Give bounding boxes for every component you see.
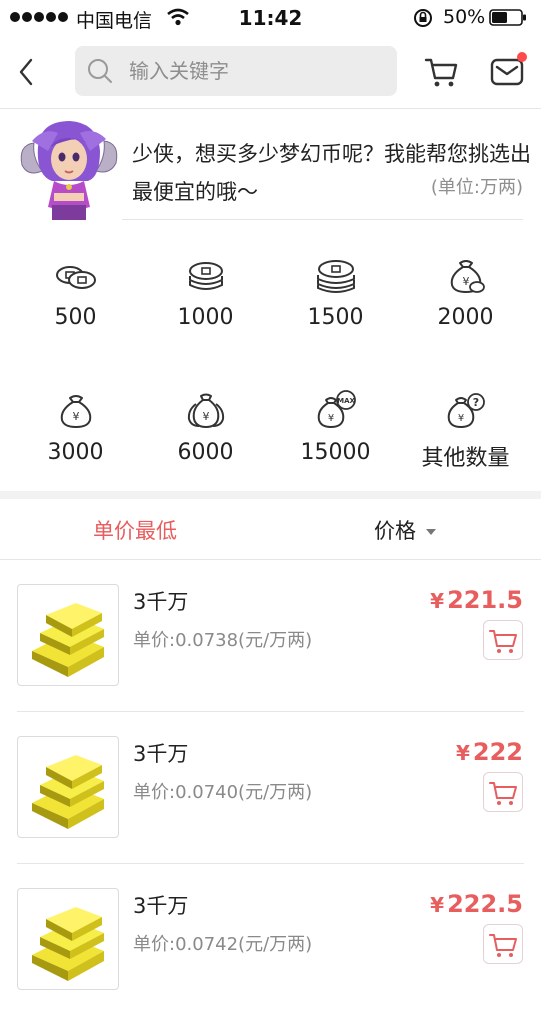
gold-bars-image bbox=[32, 603, 104, 677]
amount-label: 1000 bbox=[177, 305, 234, 330]
coins-pile-icon bbox=[317, 260, 355, 293]
status-bar: 中国电信 11:42 50% bbox=[0, 0, 541, 36]
gold-bars-image bbox=[32, 907, 104, 981]
add-to-cart-button[interactable] bbox=[483, 772, 523, 812]
search-input[interactable] bbox=[129, 46, 389, 96]
money-bag-icon: ¥ bbox=[450, 260, 485, 294]
sort-tab-label: 单价最低 bbox=[93, 519, 177, 543]
product-unit-price: 单价:0.0742(元/万两) bbox=[133, 934, 313, 955]
amount-option[interactable]: ¥ ? 其他数量 bbox=[398, 356, 533, 476]
amount-label: 15000 bbox=[300, 440, 371, 465]
money-bag-max-icon: ¥ MAX bbox=[317, 390, 356, 429]
add-to-cart-button[interactable] bbox=[483, 924, 523, 964]
money-bag-icon: ¥ bbox=[60, 395, 92, 429]
product-price: ¥222 bbox=[456, 738, 523, 766]
product-title: 3千万 bbox=[133, 590, 189, 614]
svg-text:¥: ¥ bbox=[458, 413, 464, 424]
svg-text:MAX: MAX bbox=[337, 397, 355, 405]
caret-down-icon bbox=[426, 529, 436, 535]
product-thumbnail bbox=[17, 584, 119, 686]
amount-label: 6000 bbox=[177, 440, 234, 465]
product-item[interactable]: 3千万 单价:0.0742(元/万两) ¥222.5 bbox=[0, 864, 541, 1016]
coins-stack-icon bbox=[189, 262, 223, 290]
amount-option[interactable]: 500 bbox=[8, 221, 143, 341]
product-title: 3千万 bbox=[133, 742, 189, 766]
amount-label: 2000 bbox=[437, 305, 494, 330]
price-integer: 221 bbox=[447, 586, 498, 614]
product-thumbnail bbox=[17, 888, 119, 990]
sort-tab-price[interactable]: 价格 bbox=[270, 515, 540, 545]
price-decimal: .5 bbox=[497, 890, 523, 918]
search-box[interactable] bbox=[75, 46, 397, 96]
money-bag-question-icon: ¥ ? bbox=[447, 393, 485, 429]
currency-symbol: ¥ bbox=[430, 893, 445, 917]
amount-label: 3000 bbox=[47, 440, 104, 465]
product-title: 3千万 bbox=[133, 894, 189, 918]
search-icon bbox=[88, 59, 112, 83]
cart-icon[interactable] bbox=[423, 54, 459, 90]
product-unit-price: 单价:0.0740(元/万两) bbox=[133, 782, 313, 803]
notification-dot bbox=[517, 52, 527, 62]
svg-text:?: ? bbox=[473, 396, 479, 409]
gold-bars-image bbox=[32, 755, 104, 829]
sort-tab-label: 价格 bbox=[374, 519, 416, 543]
sort-bar: 单价最低 价格 bbox=[0, 499, 541, 560]
rotation-lock-icon bbox=[414, 9, 432, 27]
section-gap bbox=[0, 491, 541, 499]
currency-symbol: ¥ bbox=[430, 589, 445, 613]
money-bags-icon: ¥ bbox=[187, 393, 225, 429]
add-to-cart-button[interactable] bbox=[483, 620, 523, 660]
product-thumbnail bbox=[17, 736, 119, 838]
sort-tab-unit-price[interactable]: 单价最低 bbox=[0, 515, 270, 545]
amount-option[interactable]: ¥ MAX 15000 bbox=[268, 356, 403, 476]
divider bbox=[122, 219, 523, 220]
svg-text:¥: ¥ bbox=[463, 275, 470, 288]
battery-icon bbox=[489, 9, 526, 26]
amount-option[interactable]: 1500 bbox=[268, 221, 403, 341]
amount-label: 1500 bbox=[307, 305, 364, 330]
price-integer: 222 bbox=[472, 738, 523, 766]
promo-banner: 少侠，想买多少梦幻币呢？我能帮您挑选出最便宜的哦～ (单位:万两) bbox=[0, 109, 541, 220]
product-price: ¥222.5 bbox=[430, 890, 523, 918]
price-integer: 222 bbox=[447, 890, 498, 918]
svg-text:¥: ¥ bbox=[203, 410, 210, 423]
product-unit-price: 单价:0.0738(元/万两) bbox=[133, 630, 313, 651]
amount-grid: 500 1000 1500 ¥ 2000 ¥ 3000 ¥ 6000 ¥ MAX… bbox=[0, 221, 541, 491]
back-button[interactable] bbox=[14, 54, 40, 90]
character-avatar bbox=[20, 121, 118, 220]
search-header bbox=[0, 36, 541, 109]
amount-label: 500 bbox=[54, 305, 97, 330]
product-price: ¥221.5 bbox=[430, 586, 523, 614]
currency-symbol: ¥ bbox=[455, 741, 470, 765]
svg-text:¥: ¥ bbox=[328, 413, 334, 424]
product-item[interactable]: 3千万 单价:0.0738(元/万两) ¥221.5 bbox=[0, 560, 541, 712]
coins-small-icon bbox=[56, 266, 96, 289]
price-decimal: .5 bbox=[497, 586, 523, 614]
amount-label: 其他数量 bbox=[421, 446, 510, 471]
unit-note: (单位:万两) bbox=[430, 177, 523, 198]
amount-option[interactable]: ¥ 6000 bbox=[138, 356, 273, 476]
battery-percent: 50% bbox=[443, 6, 486, 28]
amount-option[interactable]: ¥ 3000 bbox=[8, 356, 143, 476]
amount-option[interactable]: 1000 bbox=[138, 221, 273, 341]
product-item[interactable]: 3千万 单价:0.0740(元/万两) ¥222 bbox=[0, 712, 541, 864]
amount-option[interactable]: ¥ 2000 bbox=[398, 221, 533, 341]
svg-text:¥: ¥ bbox=[73, 410, 80, 423]
